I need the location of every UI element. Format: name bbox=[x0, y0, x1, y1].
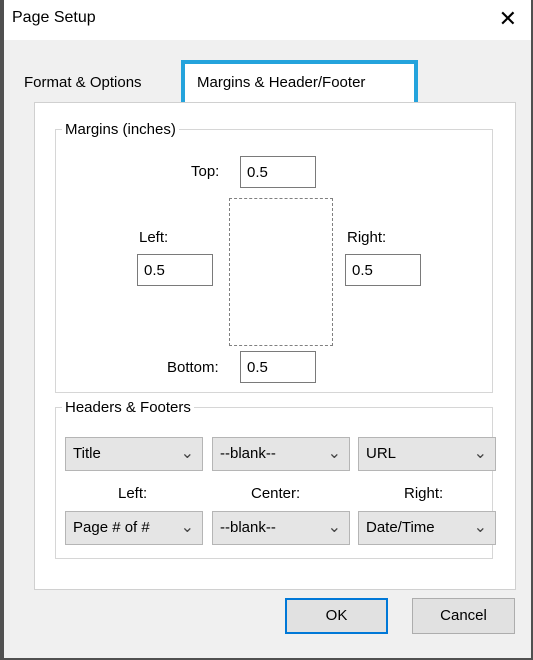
right-margin-input[interactable] bbox=[345, 254, 421, 286]
select-value: Date/Time bbox=[366, 519, 435, 536]
chevron-down-icon: ⌄ bbox=[327, 445, 341, 462]
right-column-label: Right: bbox=[404, 485, 444, 502]
tab-label: Margins & Header/Footer bbox=[197, 74, 366, 91]
tab-format-options[interactable]: Format & Options bbox=[24, 74, 142, 91]
select-value: Page # of # bbox=[73, 519, 150, 536]
header-center-select[interactable]: --blank-- ⌄ bbox=[212, 437, 350, 471]
title-bar: Page Setup ✕ bbox=[4, 0, 531, 40]
select-value: --blank-- bbox=[220, 445, 276, 462]
ok-button[interactable]: OK bbox=[285, 598, 388, 634]
tab-strip: Format & Options Margins & Header/Footer bbox=[22, 60, 513, 108]
cancel-button[interactable]: Cancel bbox=[412, 598, 515, 634]
left-column-label: Left: bbox=[118, 485, 148, 502]
footer-center-select[interactable]: --blank-- ⌄ bbox=[212, 511, 350, 545]
page-preview bbox=[229, 198, 333, 346]
chevron-down-icon: ⌄ bbox=[473, 519, 487, 536]
select-value: --blank-- bbox=[220, 519, 276, 536]
header-right-select[interactable]: URL ⌄ bbox=[358, 437, 496, 471]
select-value: Title bbox=[73, 445, 101, 462]
header-left-select[interactable]: Title ⌄ bbox=[65, 437, 203, 471]
page-setup-dialog: Page Setup ✕ Format & Options Margins & … bbox=[0, 0, 533, 660]
headers-footers-legend: Headers & Footers bbox=[65, 399, 191, 416]
top-label: Top: bbox=[191, 163, 220, 180]
tab-margins-header-footer[interactable]: Margins & Header/Footer bbox=[181, 60, 418, 108]
dialog-title: Page Setup bbox=[12, 9, 96, 26]
bottom-label: Bottom: bbox=[167, 359, 219, 376]
bottom-margin-input[interactable] bbox=[240, 351, 316, 383]
chevron-down-icon: ⌄ bbox=[473, 445, 487, 462]
center-column-label: Center: bbox=[251, 485, 301, 502]
left-margin-input[interactable] bbox=[137, 254, 213, 286]
footer-left-select[interactable]: Page # of # ⌄ bbox=[65, 511, 203, 545]
right-label: Right: bbox=[347, 229, 387, 246]
footer-right-select[interactable]: Date/Time ⌄ bbox=[358, 511, 496, 545]
chevron-down-icon: ⌄ bbox=[180, 445, 194, 462]
tab-panel: Margins (inches) Top: Left: Right: Botto… bbox=[34, 102, 516, 590]
left-label: Left: bbox=[139, 229, 169, 246]
chevron-down-icon: ⌄ bbox=[180, 519, 194, 536]
select-value: URL bbox=[366, 445, 397, 462]
top-margin-input[interactable] bbox=[240, 156, 316, 188]
margins-legend: Margins (inches) bbox=[65, 121, 176, 138]
close-icon[interactable]: ✕ bbox=[499, 6, 517, 32]
chevron-down-icon: ⌄ bbox=[327, 519, 341, 536]
